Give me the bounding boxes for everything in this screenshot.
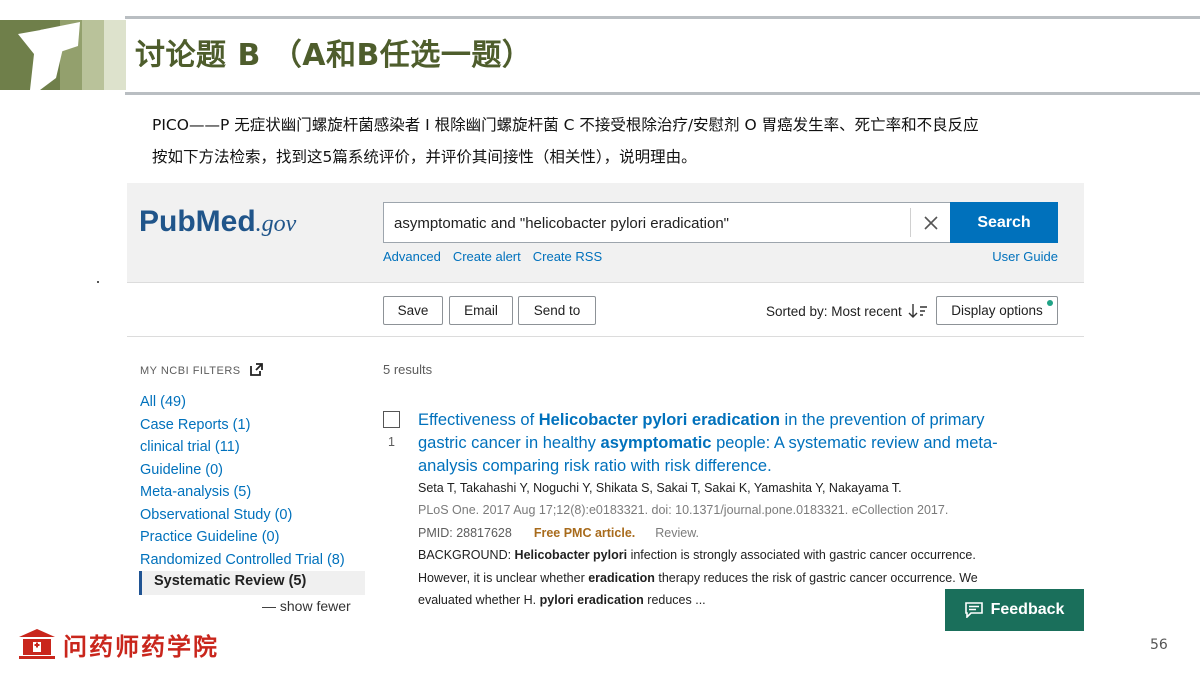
sort-descending-icon	[908, 304, 927, 318]
result-title-link[interactable]: Effectiveness of Helicobacter pylori era…	[418, 409, 1018, 478]
sort-control[interactable]: Sorted by: Most recent	[766, 303, 928, 319]
footer-brand: 问药师药学院	[17, 626, 219, 662]
display-options-button[interactable]: Display options	[936, 296, 1058, 325]
close-icon	[923, 215, 938, 230]
filter-guideline[interactable]: Guideline (0)	[140, 462, 223, 478]
notification-dot	[1047, 300, 1053, 306]
create-alert-link[interactable]: Create alert	[453, 249, 521, 264]
result-citation: PLoS One. 2017 Aug 17;12(8):e0183321. do…	[418, 503, 949, 517]
pubmed-logo[interactable]: PubMed.gov	[139, 205, 296, 245]
pharmacy-school-logo-icon	[19, 629, 55, 659]
feedback-button[interactable]: Feedback	[945, 589, 1084, 631]
result-number: 1	[388, 435, 395, 449]
result-snippet-line: However, it is unclear whether eradicati…	[418, 571, 978, 585]
result-snippet-line: evaluated whether H. pylori eradication …	[418, 593, 706, 607]
filter-systematic-review[interactable]: Systematic Review (5)	[139, 571, 365, 595]
create-rss-link[interactable]: Create RSS	[533, 249, 602, 264]
search-button[interactable]: Search	[950, 202, 1058, 243]
result-pmid-row: PMID: 28817628 Free PMC article. Review.	[418, 526, 699, 540]
slide-logo-blocks	[0, 20, 126, 90]
result-snippet-line: BACKGROUND: Helicobacter pylori infectio…	[418, 548, 976, 562]
user-guide-link[interactable]: User Guide	[992, 249, 1058, 264]
stray-dot	[97, 281, 99, 283]
task-description: 按如下方法检索，找到这5篇系统评价，并评价其间接性（相关性），说明理由。	[152, 148, 697, 166]
pico-description: PICO——P 无症状幽门螺旋杆菌感染者 I 根除幽门螺旋杆菌 C 不接受根除治…	[152, 116, 979, 134]
pubmed-screenshot: PubMed.gov Search Advanced Create alert Cr…	[127, 183, 1084, 631]
save-button[interactable]: Save	[383, 296, 443, 325]
free-pmc-badge: Free PMC article.	[533, 526, 636, 540]
slide-top-rule	[125, 16, 1200, 19]
filter-randomized-controlled-trial[interactable]: Randomized Controlled Trial (8)	[140, 552, 345, 568]
advanced-link[interactable]: Advanced	[383, 249, 441, 264]
result-pmid: PMID: 28817628	[418, 526, 512, 540]
filter-case-reports[interactable]: Case Reports (1)	[140, 417, 250, 433]
search-box	[383, 202, 950, 243]
result-authors: Seta T, Takahashi Y, Noguchi Y, Shikata …	[418, 481, 902, 495]
filter-observational-study[interactable]: Observational Study (0)	[140, 507, 292, 523]
results-toolbar: Save Email Send to Sorted by: Most recen…	[127, 283, 1084, 337]
filter-meta-analysis[interactable]: Meta-analysis (5)	[140, 484, 251, 500]
slide-title: 讨论题 B （A和B任选一题）	[135, 38, 533, 73]
email-button[interactable]: Email	[449, 296, 513, 325]
feedback-icon	[964, 602, 983, 618]
filter-all[interactable]: All (49)	[140, 394, 186, 410]
pubmed-header: PubMed.gov Search Advanced Create alert Cr…	[127, 183, 1084, 283]
external-link-icon[interactable]	[250, 363, 264, 376]
minus-icon: —	[262, 598, 276, 614]
footer-brand-text: 问药师药学院	[63, 632, 219, 661]
filter-clinical-trial[interactable]: clinical trial (11)	[140, 439, 240, 455]
my-ncbi-filters-title: MY NCBI FILTERS	[140, 363, 264, 377]
page-number: 56	[1150, 637, 1168, 653]
search-links: Advanced Create alert Create RSS	[383, 249, 614, 264]
search-input[interactable]	[394, 212, 894, 234]
result-checkbox[interactable]	[383, 411, 400, 428]
bookmark-m-icon: Med	[195, 205, 256, 238]
review-badge: Review.	[655, 526, 700, 540]
results-count: 5 results	[383, 362, 433, 377]
show-fewer-link[interactable]: — show fewer	[262, 598, 351, 614]
slide-bottom-rule	[125, 92, 1200, 95]
filter-practice-guideline[interactable]: Practice Guideline (0)	[140, 529, 279, 545]
clear-search-button[interactable]	[910, 208, 950, 237]
send-to-button[interactable]: Send to	[518, 296, 596, 325]
